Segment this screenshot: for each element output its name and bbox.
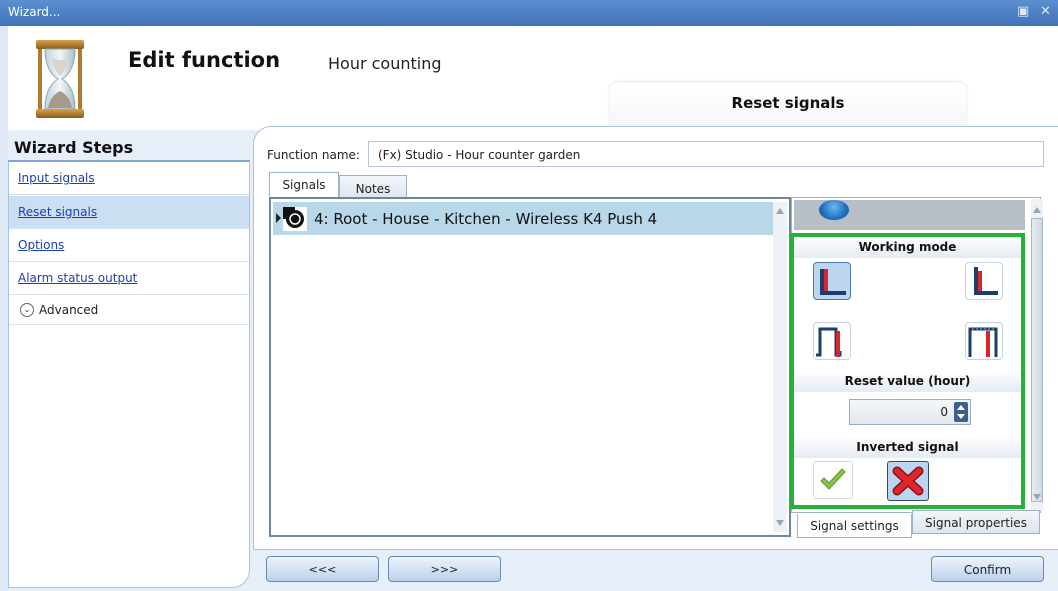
- wizard-steps-panel: Input signals Reset signals Options Alar…: [8, 160, 250, 588]
- previous-button[interactable]: <<<: [266, 556, 379, 582]
- hourglass-icon: [36, 40, 84, 118]
- settings-header-strip: [794, 200, 1025, 230]
- tab-signal-settings[interactable]: Signal settings: [797, 514, 912, 538]
- settings-scrollbar-thumb[interactable]: [1031, 218, 1043, 502]
- settings-highlight-box: [790, 233, 1025, 509]
- settings-scroll-down-icon[interactable]: [1033, 494, 1041, 500]
- window-titlebar: Wizard... ▣ ✕: [0, 0, 1058, 26]
- row-expand-icon[interactable]: [276, 213, 281, 223]
- wizard-steps-title: Wizard Steps: [14, 138, 134, 157]
- confirm-button[interactable]: Confirm: [931, 556, 1044, 582]
- close-icon[interactable]: ✕: [1040, 4, 1051, 19]
- step-alarm-status-output[interactable]: Alarm status output: [9, 262, 249, 295]
- signals-list: 4: Root - House - Kitchen - Wireless K4 …: [269, 197, 791, 537]
- tab-notes[interactable]: Notes: [339, 175, 407, 198]
- tab-signals[interactable]: Signals: [269, 172, 339, 198]
- step-link[interactable]: Reset signals: [18, 205, 97, 219]
- next-button[interactable]: >>>: [388, 556, 501, 582]
- function-name-value: (Fx) Studio - Hour counter garden: [378, 148, 581, 162]
- step-reset-signals[interactable]: Reset signals: [9, 196, 249, 229]
- window-title: Wizard...: [8, 5, 61, 19]
- function-name-input[interactable]: (Fx) Studio - Hour counter garden: [368, 141, 1044, 167]
- signal-row[interactable]: 4: Root - House - Kitchen - Wireless K4 …: [273, 202, 773, 235]
- signal-button-icon: [819, 200, 849, 220]
- function-name-label: Function name:: [267, 148, 360, 162]
- function-type: Hour counting: [328, 54, 442, 73]
- signal-label: 4: Root - House - Kitchen - Wireless K4 …: [314, 210, 658, 228]
- restore-icon[interactable]: ▣: [1017, 4, 1029, 19]
- settings-scroll-up-icon[interactable]: [1033, 207, 1041, 213]
- step-input-signals[interactable]: Input signals: [9, 162, 249, 195]
- chevron-down-icon[interactable]: ⌄: [20, 303, 34, 317]
- page-title: Edit function: [128, 48, 281, 72]
- step-link[interactable]: Options: [18, 238, 64, 252]
- advanced-label: Advanced: [39, 303, 99, 317]
- push-button-icon: [283, 207, 307, 231]
- advanced-expander[interactable]: ⌄ Advanced: [9, 296, 249, 325]
- tab-signal-properties[interactable]: Signal properties: [912, 510, 1040, 534]
- scroll-down-icon[interactable]: [776, 520, 784, 526]
- step-link[interactable]: Alarm status output: [18, 271, 137, 285]
- signals-scrollbar[interactable]: [773, 202, 787, 532]
- step-options[interactable]: Options: [9, 229, 249, 262]
- current-step-label: Reset signals: [731, 94, 845, 112]
- step-link[interactable]: Input signals: [18, 171, 95, 185]
- current-step-header: Reset signals: [609, 82, 967, 130]
- scroll-up-icon[interactable]: [776, 208, 784, 214]
